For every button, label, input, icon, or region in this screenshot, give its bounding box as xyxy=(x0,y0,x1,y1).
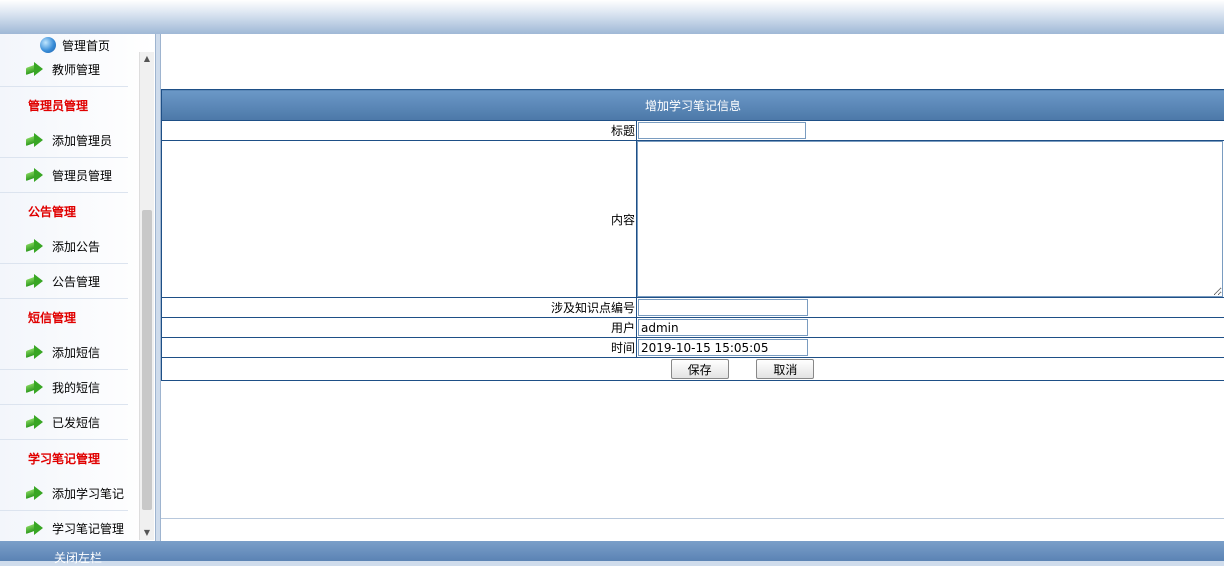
knowledge-input[interactable] xyxy=(638,299,808,316)
sidebar-group-notice: 公告管理 xyxy=(0,193,140,229)
title-label: 标题 xyxy=(162,121,637,141)
arrow-icon xyxy=(26,521,44,535)
sidebar-item-note-manage[interactable]: 学习笔记管理 xyxy=(0,511,128,541)
sidebar-home-label: 管理首页 xyxy=(62,37,110,54)
arrow-icon xyxy=(26,133,44,147)
sidebar-item-teacher-manage[interactable]: 教师管理 xyxy=(0,52,128,87)
main-content: 增加学习笔记信息 标题 内容 涉及知识点编号 用户 时间 xyxy=(160,34,1224,541)
time-input[interactable] xyxy=(638,339,808,356)
arrow-icon xyxy=(26,239,44,253)
sidebar-group-notes: 学习笔记管理 xyxy=(0,440,140,476)
arrow-icon xyxy=(26,62,44,76)
bottom-bar xyxy=(0,541,1224,561)
sidebar: 管理首页 教师管理 管理员管理 添加管理员 管理员管理 公告管理 添加公告 公告… xyxy=(0,34,156,541)
scroll-up-icon[interactable]: ▲ xyxy=(140,52,154,66)
sidebar-item-my-sms[interactable]: 我的短信 xyxy=(0,370,128,405)
sidebar-item-notice-manage[interactable]: 公告管理 xyxy=(0,264,128,299)
title-input[interactable] xyxy=(638,122,806,139)
sidebar-group-sms: 短信管理 xyxy=(0,299,140,335)
sidebar-item-add-admin[interactable]: 添加管理员 xyxy=(0,123,128,158)
sidebar-group-admin: 管理员管理 xyxy=(0,87,140,123)
arrow-icon xyxy=(26,168,44,182)
top-banner xyxy=(0,0,1224,34)
divider xyxy=(161,518,1224,519)
sidebar-item-add-notice[interactable]: 添加公告 xyxy=(0,229,128,264)
sidebar-scrollbar[interactable]: ▲ ▼ xyxy=(139,52,154,540)
arrow-icon xyxy=(26,415,44,429)
form-header: 增加学习笔记信息 xyxy=(162,90,1224,121)
scrollbar-thumb[interactable] xyxy=(142,210,152,510)
user-label: 用户 xyxy=(162,318,637,338)
sidebar-menu: 教师管理 管理员管理 添加管理员 管理员管理 公告管理 添加公告 公告管理 短信… xyxy=(0,52,140,541)
save-button[interactable]: 保存 xyxy=(671,359,729,379)
arrow-icon xyxy=(26,380,44,394)
time-label: 时间 xyxy=(162,338,637,358)
scroll-down-icon[interactable]: ▼ xyxy=(140,526,154,540)
arrow-icon xyxy=(26,345,44,359)
cancel-button[interactable]: 取消 xyxy=(756,359,814,379)
content-textarea[interactable] xyxy=(637,141,1223,297)
arrow-icon xyxy=(26,274,44,288)
globe-icon xyxy=(40,37,56,53)
content-label: 内容 xyxy=(162,141,637,298)
sidebar-item-sent-sms[interactable]: 已发短信 xyxy=(0,405,128,440)
close-sidebar-link[interactable]: 关闭左栏 xyxy=(54,549,102,566)
sidebar-item-add-note[interactable]: 添加学习笔记 xyxy=(0,476,128,511)
user-input[interactable] xyxy=(638,319,808,336)
add-note-form: 增加学习笔记信息 标题 内容 涉及知识点编号 用户 时间 xyxy=(161,89,1224,381)
knowledge-label: 涉及知识点编号 xyxy=(162,298,637,318)
sidebar-item-add-sms[interactable]: 添加短信 xyxy=(0,335,128,370)
sidebar-item-admin-manage[interactable]: 管理员管理 xyxy=(0,158,128,193)
arrow-icon xyxy=(26,486,44,500)
